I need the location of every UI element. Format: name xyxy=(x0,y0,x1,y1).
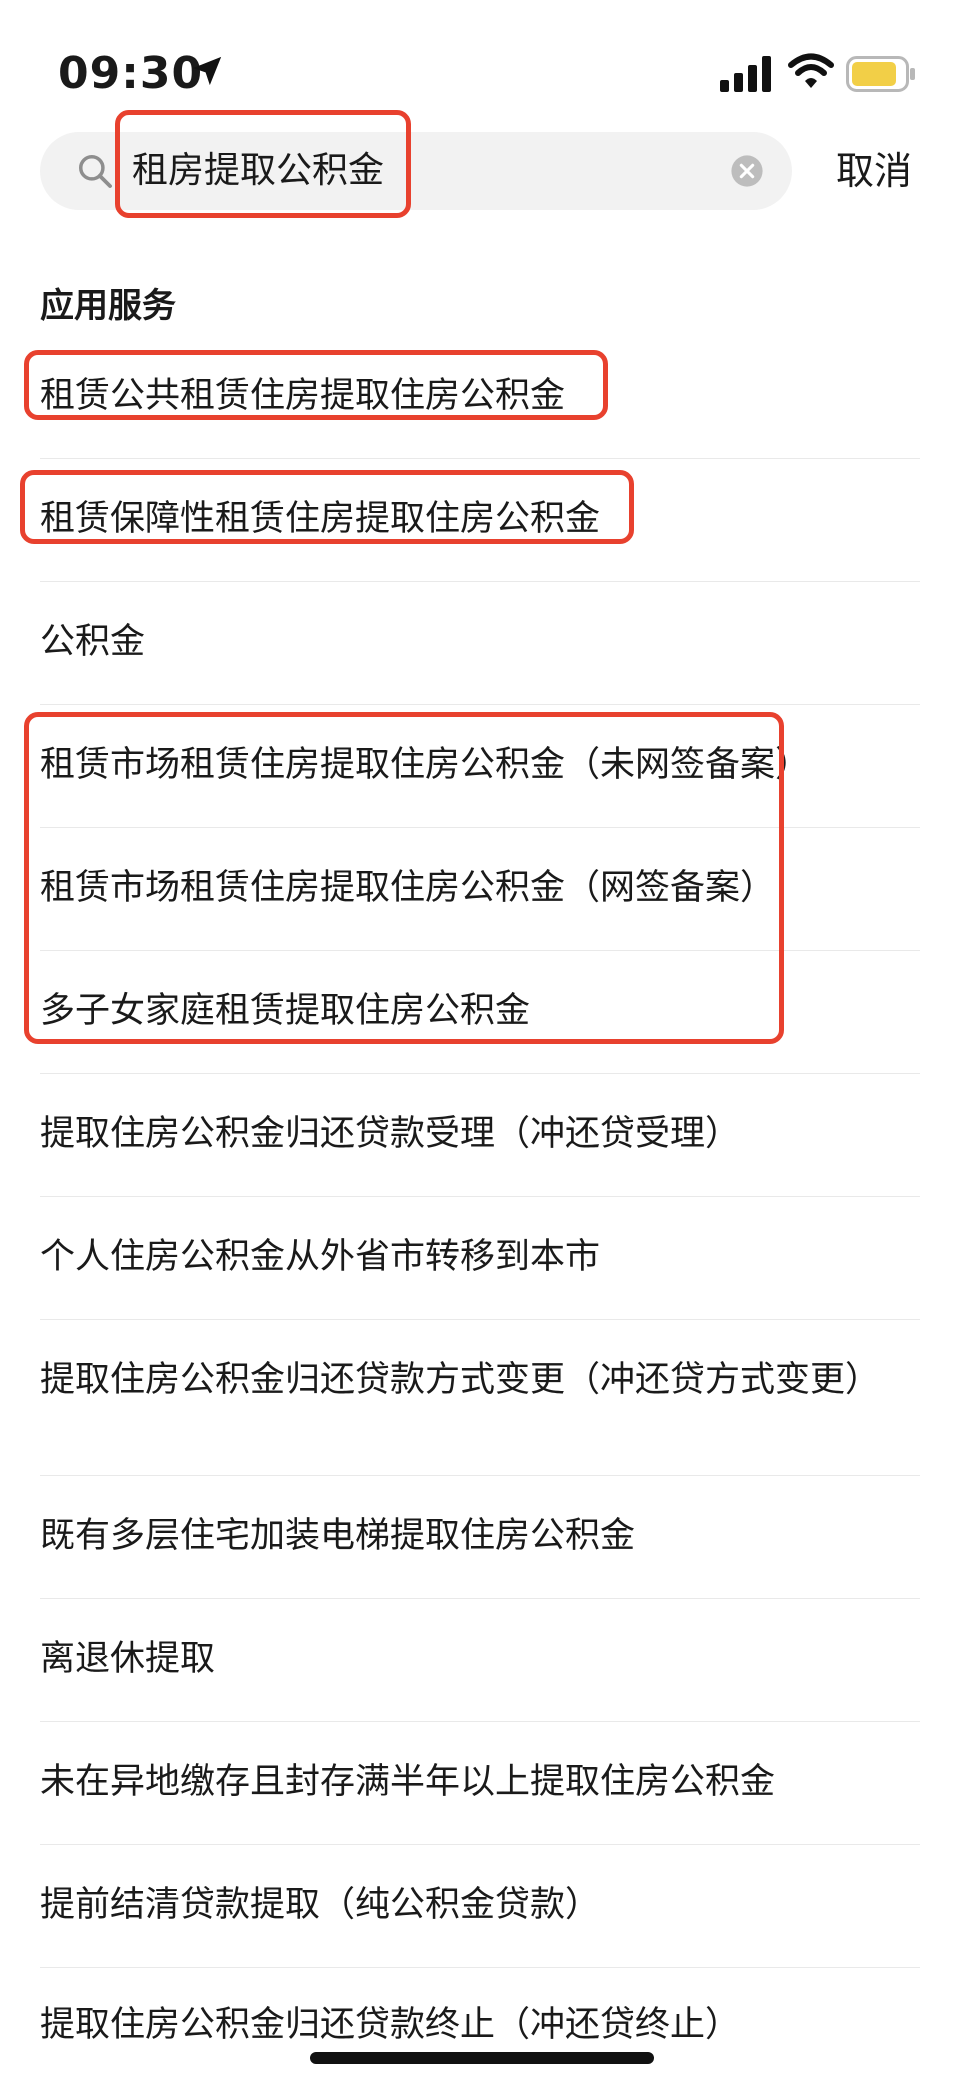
status-bar: 09:30 xyxy=(0,0,960,120)
list-item[interactable]: 提取住房公积金归还贷款方式变更（冲还贷方式变更） xyxy=(40,1319,920,1476)
list-item-label: 提取住房公积金归还贷款受理（冲还贷受理） xyxy=(40,1114,741,1154)
list-item-label: 公积金 xyxy=(40,622,146,662)
list-item-label: 离退休提取 xyxy=(40,1639,216,1679)
list-item-label: 未在异地缴存且封存满半年以上提取住房公积金 xyxy=(40,1762,776,1802)
list-item[interactable]: 公积金 xyxy=(40,581,920,705)
highlight-box-group xyxy=(24,712,784,1044)
highlight-box-item-1 xyxy=(24,350,608,420)
list-item[interactable]: 离退休提取 xyxy=(40,1598,920,1722)
signal-icon xyxy=(720,56,771,92)
list-item[interactable]: 既有多层住宅加装电梯提取住房公积金 xyxy=(40,1475,920,1599)
battery-icon xyxy=(846,56,915,92)
list-item-label: 个人住房公积金从外省市转移到本市 xyxy=(40,1237,601,1277)
status-time: 09:30 xyxy=(58,48,204,99)
location-arrow-icon xyxy=(192,56,222,86)
list-item[interactable]: 提前结清贷款提取（纯公积金贷款） xyxy=(40,1844,920,1968)
list-item-label: 提取住房公积金归还贷款终止（冲还贷终止） xyxy=(40,2005,741,2045)
list-item-label: 提前结清贷款提取（纯公积金贷款） xyxy=(40,1885,601,1925)
clear-icon[interactable] xyxy=(730,154,764,188)
highlight-box-search xyxy=(115,110,411,218)
list-item[interactable]: 未在异地缴存且封存满半年以上提取住房公积金 xyxy=(40,1721,920,1845)
list-item-label: 提取住房公积金归还贷款方式变更（冲还贷方式变更） xyxy=(40,1360,881,1400)
list-item-label: 既有多层住宅加装电梯提取住房公积金 xyxy=(40,1516,636,1556)
list-item[interactable]: 个人住房公积金从外省市转移到本市 xyxy=(40,1196,920,1320)
wifi-icon xyxy=(788,53,834,88)
cancel-button[interactable]: 取消 xyxy=(836,146,912,196)
list-item[interactable]: 提取住房公积金归还贷款受理（冲还贷受理） xyxy=(40,1073,920,1197)
home-indicator xyxy=(310,2052,654,2064)
section-title: 应用服务 xyxy=(40,286,176,326)
highlight-box-item-2 xyxy=(20,470,634,544)
search-icon xyxy=(79,155,112,188)
